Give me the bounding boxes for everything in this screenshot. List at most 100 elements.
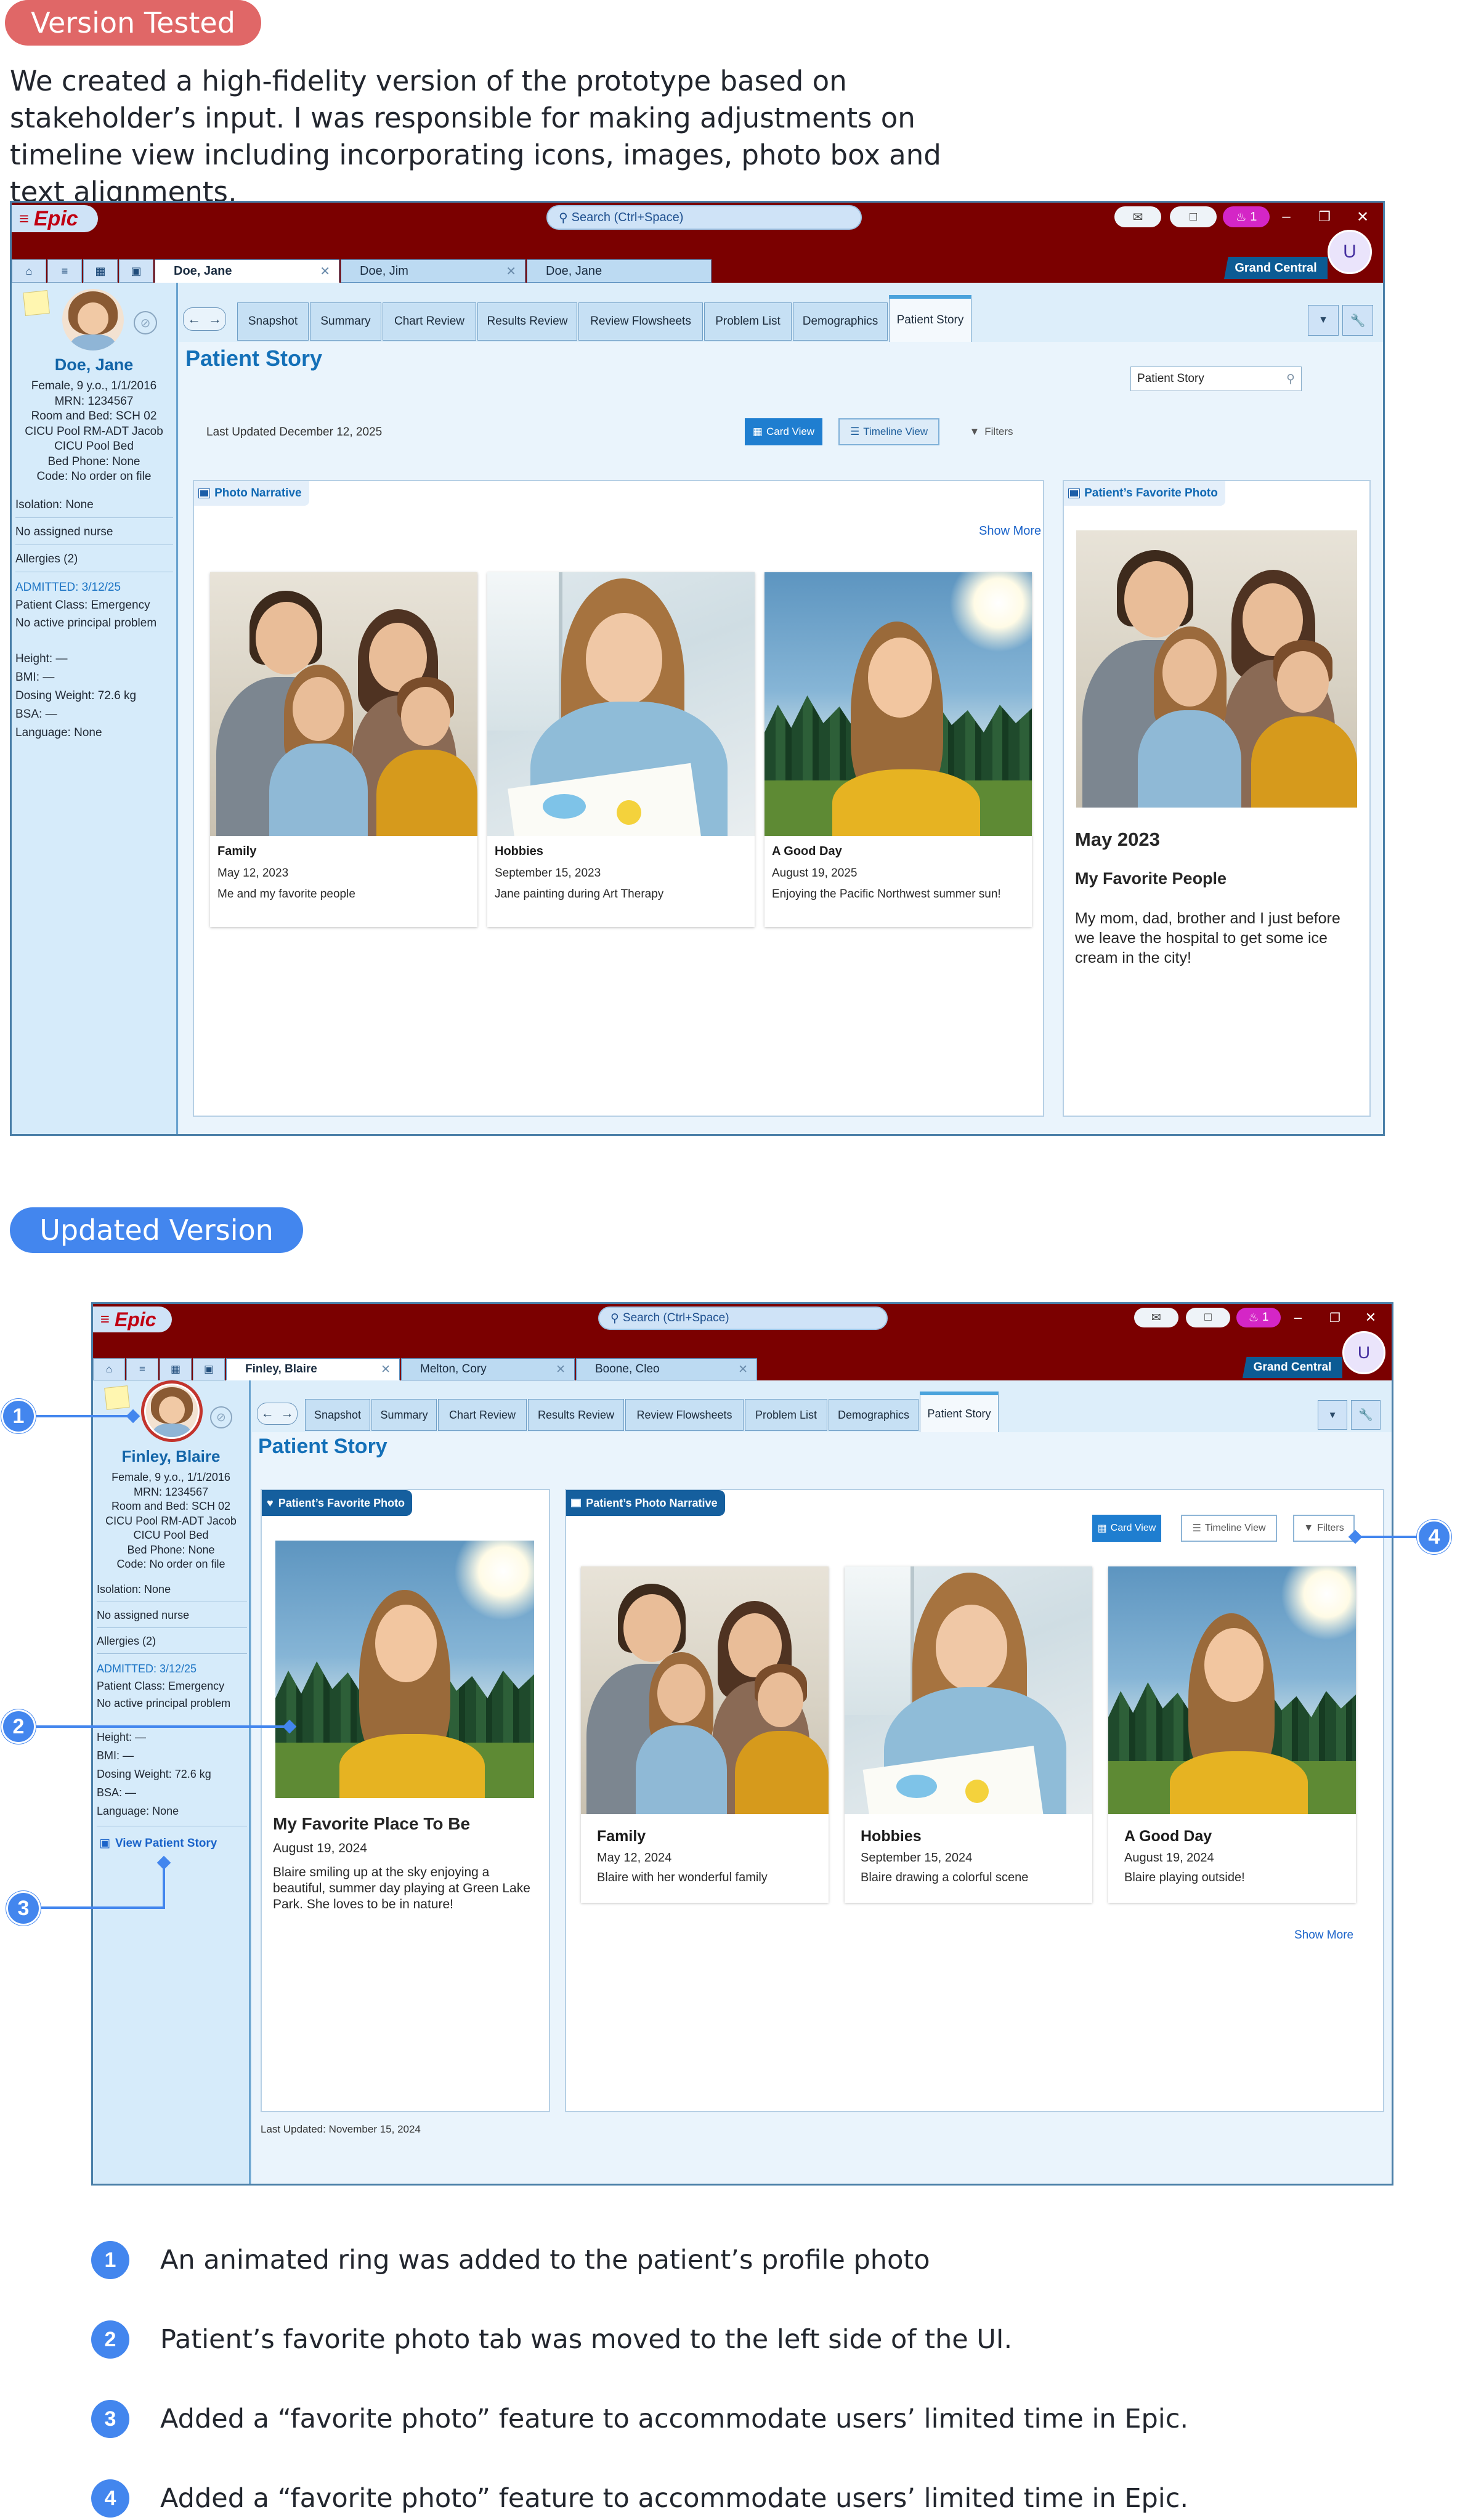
restore-icon[interactable]: ❐ [1309,206,1340,227]
tab-problem-list[interactable]: Problem List [704,302,792,341]
show-more-link[interactable]: Show More [1294,1929,1353,1942]
notification-bell-button[interactable]: ♨ 1 [1223,206,1270,227]
close-icon[interactable]: ✕ [1356,1308,1385,1327]
tab-close-icon[interactable]: ✕ [556,1363,566,1377]
isolation-row[interactable]: Isolation: None [15,492,173,518]
story-search-input[interactable]: Patient Story ⚲ [1130,367,1302,391]
user-avatar[interactable]: U [1328,230,1372,274]
patient-name[interactable]: Finley, Blaire [93,1447,249,1466]
chevron-down-icon[interactable]: ▼ [1308,305,1339,336]
tab-summary[interactable]: Summary [371,1399,437,1431]
sticky-note-icon[interactable] [23,290,50,316]
user-avatar[interactable]: U [1342,1331,1385,1374]
epic-logo-button[interactable]: ≡ Epic [12,205,98,232]
inbox-icon[interactable]: ✉ [1114,206,1161,227]
tab-close-icon[interactable]: ✕ [506,264,516,279]
tab-close-icon[interactable]: ✕ [320,264,330,279]
back-arrow-icon[interactable]: ← [187,311,201,327]
tab-close-icon[interactable]: ✕ [381,1363,391,1377]
card-view-button[interactable]: ▦ Card View [745,418,822,445]
list-icon[interactable]: ≡ [126,1358,158,1380]
back-forward-nav[interactable]: ← → [257,1403,298,1425]
nurse-row[interactable]: No assigned nurse [97,1603,247,1628]
patient-tab-2[interactable]: Doe, Jim ✕ [341,259,525,283]
chat-icon[interactable]: □ [1186,1308,1230,1327]
tab-results-review[interactable]: Results Review [477,302,577,341]
wrench-icon[interactable]: 🔧 [1351,1400,1381,1430]
tab-chart-review[interactable]: Chart Review [438,1399,527,1431]
patient-tab-2[interactable]: Melton, Cory ✕ [401,1358,575,1380]
tab-snapshot[interactable]: Snapshot [305,1399,370,1431]
patient-tab-1[interactable]: Finley, Blaire ✕ [226,1358,400,1380]
tab-review-flowsheets[interactable]: Review Flowsheets [578,302,703,341]
forward-arrow-icon[interactable]: → [208,311,222,327]
patient-tab-3[interactable]: Doe, Jane [527,259,712,283]
tab-patient-story[interactable]: Patient Story [889,295,971,342]
story-card-good-day[interactable]: A Good Day August 19, 2025 Enjoying the … [764,572,1032,927]
show-more-link[interactable]: Show More [979,524,1041,538]
admitted-link[interactable]: ADMITTED: 3/12/25 [97,1660,230,1677]
info-line: MRN: 1234567 [54,394,134,408]
notification-bell-button[interactable]: ♨ 1 [1236,1308,1281,1327]
allergies-row[interactable]: Allergies (2) [15,546,173,572]
photo-narrative-tag: Patient’s Photo Narrative [566,1490,725,1516]
photo-narrative-panel: Patient’s Photo Narrative ▦ Card View ☰ Ti… [565,1489,1384,2112]
story-card-hobbies[interactable]: Hobbies September 15, 2023 Jane painting… [487,572,755,927]
minimize-icon[interactable]: – [1271,206,1302,227]
tab-demographics[interactable]: Demographics [793,302,888,341]
wrench-icon[interactable]: 🔧 [1342,305,1373,336]
patient-name[interactable]: Doe, Jane [12,355,176,375]
photo-icon[interactable]: ▣ [119,259,153,283]
back-arrow-icon[interactable]: ← [261,1406,274,1421]
back-forward-nav[interactable]: ← → [183,307,226,331]
no-photo-icon[interactable]: ⊘ [210,1406,232,1428]
chat-icon[interactable]: □ [1170,206,1217,227]
global-search-input[interactable]: ⚲ Search (Ctrl+Space) [598,1307,888,1330]
global-search-input[interactable]: ⚲ Search (Ctrl+Space) [546,205,862,230]
admitted-link[interactable]: ADMITTED: 3/12/25 [15,578,156,596]
grand-central-badge[interactable]: Grand Central [1243,1357,1342,1378]
home-icon[interactable]: ⌂ [93,1358,125,1380]
restore-icon[interactable]: ❐ [1320,1308,1350,1327]
epic-logo-button[interactable]: ≡ Epic [93,1307,172,1332]
tab-review-flowsheets[interactable]: Review Flowsheets [625,1399,744,1431]
tab-chart-review[interactable]: Chart Review [383,302,476,341]
chevron-down-icon[interactable]: ▼ [1318,1400,1347,1430]
patient-tab-3[interactable]: Boone, Cleo ✕ [576,1358,757,1380]
card-view-button[interactable]: ▦ Card View [1092,1515,1161,1542]
no-photo-icon[interactable]: ⊘ [134,311,157,334]
allergies-row[interactable]: Allergies (2) [97,1629,247,1654]
isolation-row[interactable]: Isolation: None [97,1578,247,1602]
patient-tab-1[interactable]: Doe, Jane ✕ [155,259,339,283]
close-icon[interactable]: ✕ [1347,206,1378,227]
nurse-row[interactable]: No assigned nurse [15,519,173,545]
tab-demographics[interactable]: Demographics [829,1399,919,1431]
story-card-family[interactable]: Family May 12, 2024 Blaire with her wond… [581,1566,829,1903]
timeline-view-button[interactable]: ☰ Timeline View [1181,1515,1277,1542]
minimize-icon[interactable]: – [1283,1308,1313,1327]
photo-icon[interactable]: ▣ [193,1358,225,1380]
story-card-family[interactable]: Family May 12, 2023 Me and my favorite p… [210,572,477,927]
calendar-icon[interactable]: ▦ [160,1358,192,1380]
tab-results-review[interactable]: Results Review [528,1399,624,1431]
calendar-icon[interactable]: ▦ [83,259,118,283]
list-icon[interactable]: ≡ [47,259,82,283]
timeline-view-button[interactable]: ☰ Timeline View [838,418,939,445]
forward-arrow-icon[interactable]: → [281,1406,294,1421]
info-line: CICU Pool Bed [133,1529,209,1541]
tab-summary[interactable]: Summary [310,302,381,341]
home-icon[interactable]: ⌂ [12,259,46,283]
tab-problem-list[interactable]: Problem List [745,1399,827,1431]
inbox-icon[interactable]: ✉ [1134,1308,1178,1327]
story-card-good-day[interactable]: A Good Day August 19, 2024 Blaire playin… [1108,1566,1356,1903]
tab-close-icon[interactable]: ✕ [738,1363,748,1377]
filters-button[interactable]: ▼ Filters [960,418,1022,445]
menu-icon: ≡ [19,209,29,228]
filters-button[interactable]: ▼ Filters [1293,1515,1355,1542]
sticky-note-icon[interactable] [104,1385,130,1410]
grand-central-badge[interactable]: Grand Central [1224,257,1328,279]
tab-patient-story[interactable]: Patient Story [920,1392,999,1432]
view-patient-story-link[interactable]: ▣ View Patient Story [99,1836,217,1850]
story-card-hobbies[interactable]: Hobbies September 15, 2024 Blaire drawin… [845,1566,1092,1903]
tab-snapshot[interactable]: Snapshot [237,302,309,341]
